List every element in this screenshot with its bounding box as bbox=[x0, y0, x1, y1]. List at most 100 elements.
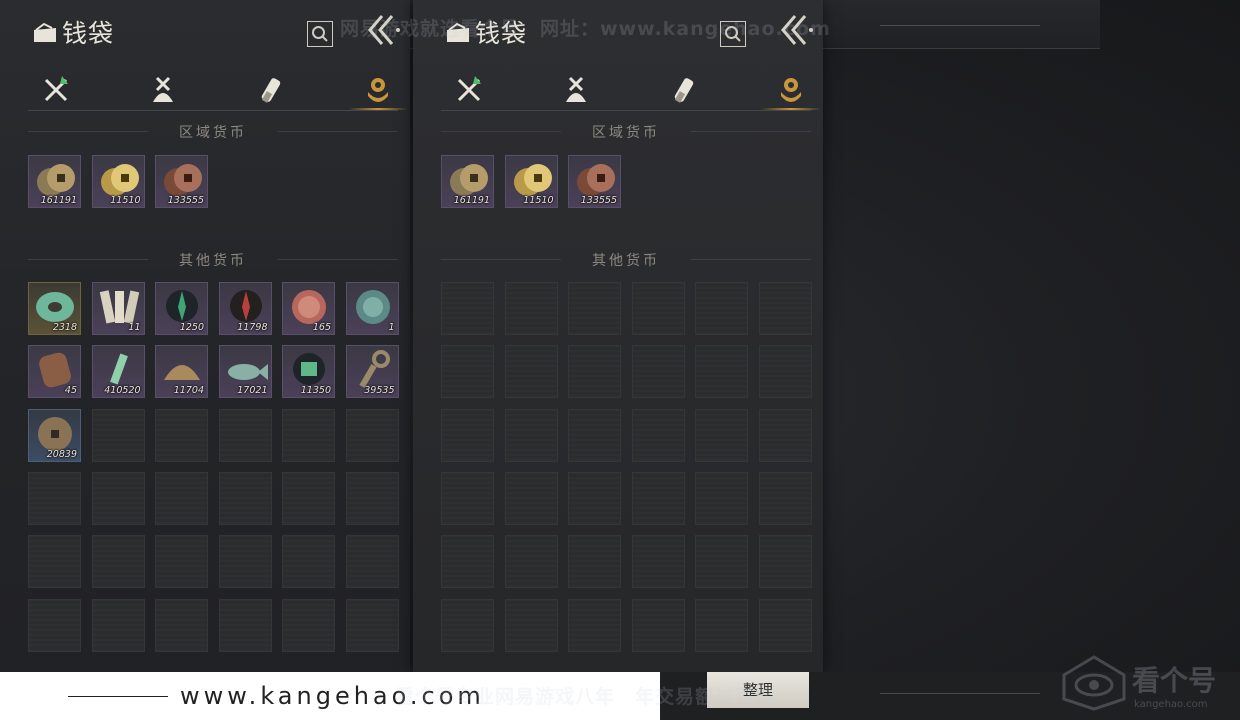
empty-slot[interactable] bbox=[91, 471, 145, 525]
coin-bronze-icon bbox=[33, 160, 78, 198]
empty-slot[interactable] bbox=[504, 535, 558, 589]
empty-slot[interactable] bbox=[218, 598, 272, 652]
empty-slot[interactable] bbox=[631, 598, 685, 652]
empty-slot[interactable] bbox=[568, 282, 621, 335]
empty-slot[interactable] bbox=[28, 471, 81, 525]
empty-slot[interactable] bbox=[155, 535, 208, 589]
currency-slot[interactable]: 161191 bbox=[28, 155, 81, 208]
currency-slot[interactable]: 11 bbox=[91, 282, 145, 335]
decorative-line bbox=[880, 25, 1040, 26]
empty-slot[interactable] bbox=[631, 282, 685, 335]
empty-slot[interactable] bbox=[345, 408, 399, 462]
empty-slot[interactable] bbox=[758, 535, 812, 589]
empty-slot[interactable] bbox=[695, 471, 748, 525]
empty-slot[interactable] bbox=[282, 408, 335, 462]
currency-slot[interactable]: 1250 bbox=[155, 282, 208, 335]
currency-slot[interactable]: 11798 bbox=[218, 282, 272, 335]
tab-pouch[interactable] bbox=[143, 72, 183, 108]
currency-slot[interactable]: 11510 bbox=[91, 155, 145, 208]
empty-slot[interactable] bbox=[441, 598, 494, 652]
currency-slot[interactable]: 39535 bbox=[345, 345, 399, 399]
currency-slot[interactable]: 133555 bbox=[155, 155, 208, 208]
empty-slot[interactable] bbox=[282, 471, 335, 525]
empty-slot[interactable] bbox=[441, 471, 494, 525]
empty-slot[interactable] bbox=[155, 598, 208, 652]
empty-slot[interactable] bbox=[28, 598, 81, 652]
currency-slot[interactable]: 1 bbox=[345, 282, 399, 335]
empty-slot[interactable] bbox=[504, 408, 558, 462]
currency-slot[interactable]: 11510 bbox=[504, 155, 558, 208]
empty-slot[interactable] bbox=[504, 282, 558, 335]
scroll-icon bbox=[674, 78, 694, 103]
empty-slot[interactable] bbox=[504, 598, 558, 652]
currency-slot[interactable]: 20839 bbox=[28, 408, 81, 462]
empty-slot[interactable] bbox=[758, 598, 812, 652]
empty-slot[interactable] bbox=[345, 598, 399, 652]
empty-slot[interactable] bbox=[218, 471, 272, 525]
watermark-top: 网易游戏就选看个号 网址：www.kangehao.com bbox=[340, 18, 831, 40]
jade-medal-icon bbox=[351, 287, 396, 325]
empty-slot[interactable] bbox=[695, 282, 748, 335]
empty-slot[interactable] bbox=[441, 345, 494, 399]
empty-slot[interactable] bbox=[504, 345, 558, 399]
empty-slot[interactable] bbox=[568, 345, 621, 399]
currency-slot[interactable]: 17021 bbox=[218, 345, 272, 399]
empty-slot[interactable] bbox=[568, 598, 621, 652]
tab-pouch[interactable] bbox=[556, 72, 596, 108]
currency-slot[interactable]: 11704 bbox=[155, 345, 208, 399]
empty-slot[interactable] bbox=[568, 408, 621, 462]
empty-slot[interactable] bbox=[441, 408, 494, 462]
empty-slot[interactable] bbox=[695, 345, 748, 399]
scroll-icon bbox=[261, 78, 281, 103]
empty-slot[interactable] bbox=[695, 535, 748, 589]
empty-slot[interactable] bbox=[758, 471, 812, 525]
currency-slot[interactable]: 165 bbox=[282, 282, 335, 335]
item-quantity: 1250 bbox=[179, 322, 204, 333]
empty-slot[interactable] bbox=[28, 535, 81, 589]
empty-slot[interactable] bbox=[568, 471, 621, 525]
currency-slot[interactable]: 2318 bbox=[28, 282, 81, 335]
tab-currency[interactable] bbox=[348, 72, 408, 110]
currency-slot[interactable]: 45 bbox=[28, 345, 81, 399]
empty-slot[interactable] bbox=[695, 408, 748, 462]
empty-slot[interactable] bbox=[504, 471, 558, 525]
empty-slot[interactable] bbox=[631, 345, 685, 399]
tab-currency[interactable] bbox=[761, 72, 821, 110]
empty-slot[interactable] bbox=[155, 408, 208, 462]
search-button[interactable] bbox=[307, 21, 333, 47]
empty-slot[interactable] bbox=[91, 535, 145, 589]
empty-slot[interactable] bbox=[155, 471, 208, 525]
tab-weapons[interactable] bbox=[36, 72, 76, 108]
empty-slot[interactable] bbox=[282, 598, 335, 652]
empty-slot[interactable] bbox=[218, 535, 272, 589]
item-quantity: 11 bbox=[128, 322, 141, 333]
tab-weapons[interactable] bbox=[449, 72, 489, 108]
currency-slot[interactable]: 133555 bbox=[568, 155, 621, 208]
empty-slot[interactable] bbox=[631, 408, 685, 462]
panel-title: 钱袋 bbox=[62, 19, 115, 48]
empty-slot[interactable] bbox=[758, 408, 812, 462]
currency-slot[interactable]: 410520 bbox=[91, 345, 145, 399]
tab-scroll[interactable] bbox=[250, 72, 290, 108]
empty-slot[interactable] bbox=[91, 408, 145, 462]
red-medal-icon bbox=[287, 287, 332, 325]
empty-slot[interactable] bbox=[282, 535, 335, 589]
empty-slot[interactable] bbox=[631, 535, 685, 589]
empty-slot[interactable] bbox=[631, 471, 685, 525]
empty-slot[interactable] bbox=[345, 471, 399, 525]
tab-scroll[interactable] bbox=[663, 72, 703, 108]
item-quantity: 11704 bbox=[173, 385, 204, 397]
empty-slot[interactable] bbox=[568, 535, 621, 589]
empty-slot[interactable] bbox=[91, 598, 145, 652]
empty-slot[interactable] bbox=[441, 282, 494, 335]
section-regional-currency: 区域货币 bbox=[441, 122, 811, 142]
empty-slot[interactable] bbox=[441, 535, 494, 589]
bronze-plate-icon bbox=[33, 350, 78, 388]
empty-slot[interactable] bbox=[345, 535, 399, 589]
empty-slot[interactable] bbox=[218, 408, 272, 462]
empty-slot[interactable] bbox=[695, 598, 748, 652]
empty-slot[interactable] bbox=[758, 345, 812, 399]
empty-slot[interactable] bbox=[758, 282, 812, 335]
currency-slot[interactable]: 11350 bbox=[282, 345, 335, 399]
currency-slot[interactable]: 161191 bbox=[441, 155, 494, 208]
